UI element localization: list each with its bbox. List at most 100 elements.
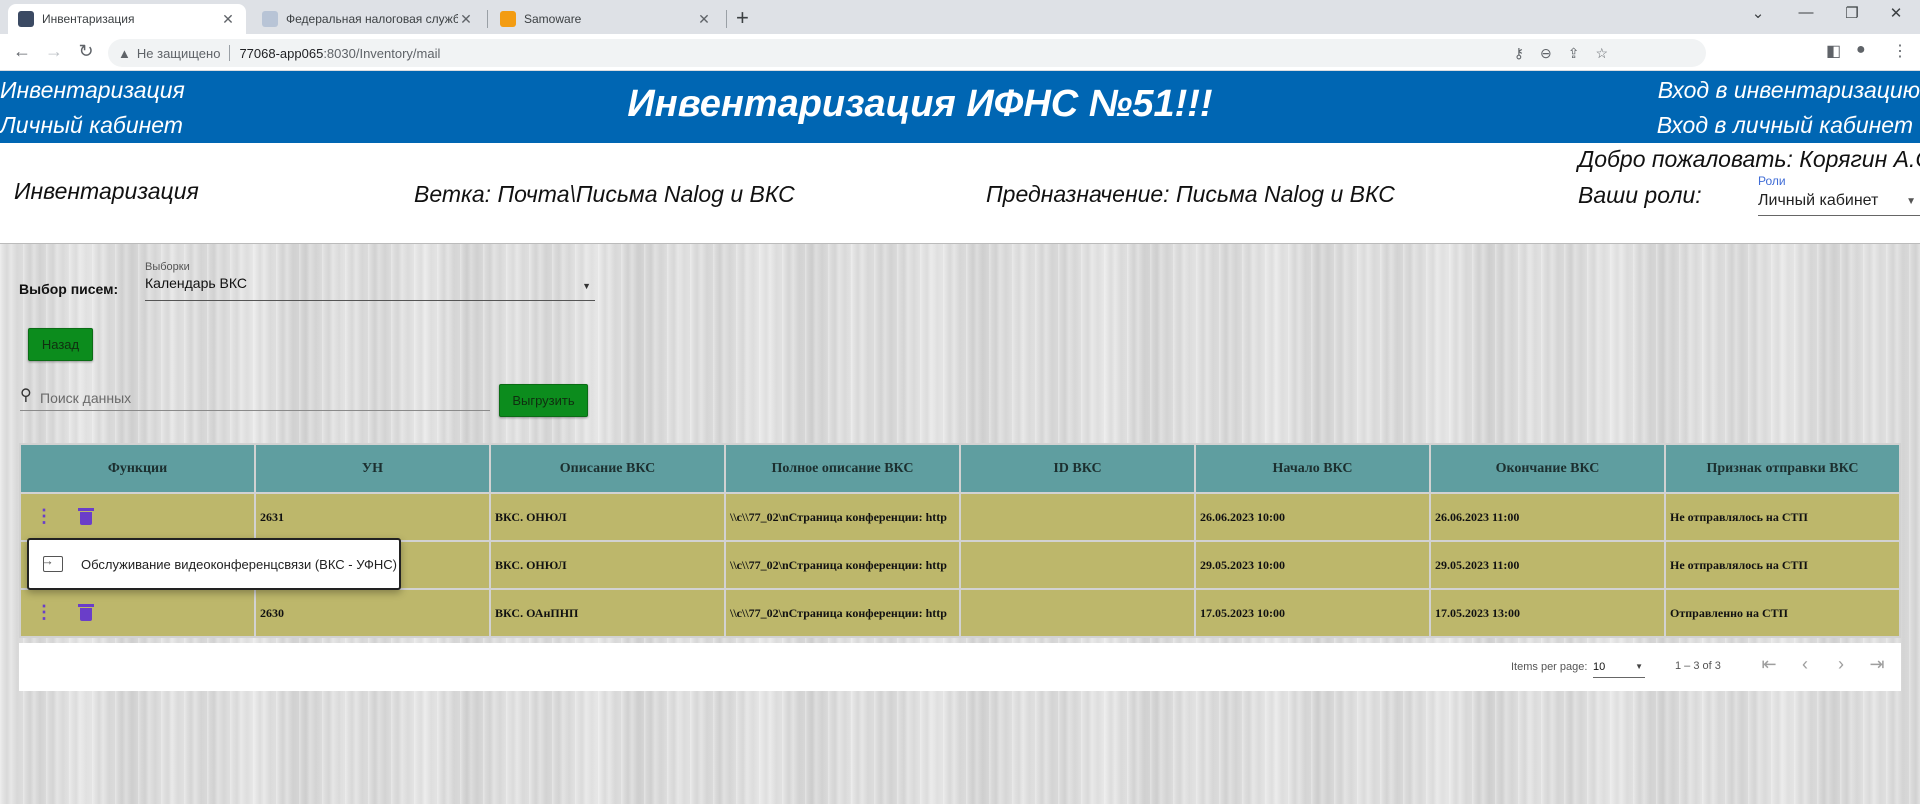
site-header: Инвентаризация Личный кабинет Инвентариз… [0, 71, 1920, 143]
letters-select-label: Выбор писем: [19, 281, 119, 297]
search-icon: ⚲ [20, 387, 32, 404]
row-actions-menu: Обслуживание видеоконференцсвязи (ВКС - … [27, 538, 401, 590]
side-panel-icon[interactable]: ◧ [1826, 41, 1841, 61]
browser-tab-bar: Инвентаризация ✕ Федеральная налоговая с… [0, 0, 1920, 34]
next-page-icon[interactable]: › [1829, 654, 1853, 675]
profile-avatar-icon[interactable]: ● [1856, 41, 1866, 59]
cell-send-status: Не отправлялось на СТП [1666, 542, 1899, 588]
col-header-functions[interactable]: Функции [21, 445, 254, 492]
search-field: ⚲ [20, 385, 490, 411]
key-icon[interactable]: ⚷ [1514, 45, 1524, 62]
dropdown-arrow-icon: ▼ [582, 281, 591, 291]
more-vert-icon[interactable]: ⋮ [35, 507, 53, 525]
close-tab-icon[interactable]: ✕ [696, 11, 712, 28]
row-actions: ⋮ [21, 590, 254, 636]
col-header-un[interactable]: УН [256, 445, 489, 492]
col-header-start[interactable]: Начало ВКС [1196, 445, 1429, 492]
cell-full-description: \\c\\77_02\nСтраница конференции: http [726, 494, 959, 540]
back-button[interactable]: Назад [28, 328, 93, 361]
address-divider [229, 45, 231, 61]
security-status: Не защищено [136, 45, 221, 61]
col-header-description[interactable]: Описание ВКС [491, 445, 724, 492]
login-inventory-link[interactable]: Вход в инвентаризацию [1658, 77, 1920, 104]
prev-page-icon[interactable]: ‹ [1793, 654, 1817, 675]
tab-search-chevron-icon[interactable]: ⌄ [1738, 4, 1778, 22]
tab-title: Федеральная налоговая служба [286, 12, 458, 26]
cell-full-description: \\c\\77_02\nСтраница конференции: http [726, 542, 959, 588]
forward-arrow-icon[interactable]: → [42, 41, 66, 62]
cell-un: 2631 [256, 494, 489, 540]
cell-un: 2630 [256, 590, 489, 636]
minimize-icon[interactable]: — [1786, 4, 1826, 21]
dropdown-arrow-icon: ▼ [1635, 662, 1643, 671]
roles-label: Ваши роли: [1578, 182, 1702, 208]
section-name: Инвентаризация [14, 178, 199, 204]
cell-end: 17.05.2023 13:00 [1431, 590, 1664, 636]
bookmark-star-icon[interactable]: ☆ [1595, 45, 1608, 62]
selection-select[interactable]: Календарь ВКС ▼ [145, 275, 595, 301]
browser-menu-icon[interactable]: ⋮ [1892, 41, 1908, 61]
row-actions: ⋮ [21, 494, 254, 540]
col-header-id[interactable]: ID ВКС [961, 445, 1194, 492]
tab-title: Samoware [524, 12, 582, 26]
login-cabinet-link[interactable]: Вход в личный кабинет [1657, 112, 1913, 139]
open-in-icon [41, 553, 63, 572]
table-row[interactable]: ⋮ 2630 ВКС. ОАнПНП \\c\\77_02\nСтраница … [21, 590, 1899, 636]
col-header-full-description[interactable]: Полное описание ВКС [726, 445, 959, 492]
address-bar-actions: ⚷ ⊖ ⇪ ☆ [1514, 39, 1608, 67]
cell-start: 26.06.2023 10:00 [1196, 494, 1429, 540]
share-icon[interactable]: ⇪ [1568, 45, 1580, 62]
browser-tab-fns[interactable]: Федеральная налоговая служба ✕ [252, 4, 484, 34]
paginator: Items per page: 10 ▼ 1 – 3 of 3 ⇤ ‹ › ⇥ [19, 643, 1901, 691]
cell-start: 17.05.2023 10:00 [1196, 590, 1429, 636]
cell-send-status: Не отправлялось на СТП [1666, 494, 1899, 540]
cell-start: 29.05.2023 10:00 [1196, 542, 1429, 588]
zoom-icon[interactable]: ⊖ [1540, 45, 1552, 62]
new-tab-plus-icon[interactable]: + [736, 5, 749, 31]
more-vert-icon[interactable]: ⋮ [35, 603, 53, 621]
close-tab-icon[interactable]: ✕ [220, 11, 236, 28]
purpose-text: Предназначение: Письма Nalog и ВКС [986, 181, 1395, 207]
tab-divider [487, 10, 488, 28]
info-bar: Инвентаризация Ветка: Почта\Письма Nalog… [0, 143, 1920, 243]
table-header-row: Функции УН Описание ВКС Полное описание … [21, 445, 1899, 492]
fns-favicon-icon [262, 11, 278, 27]
url-host: 77068-app065 [239, 45, 324, 61]
col-header-end[interactable]: Окончание ВКС [1431, 445, 1664, 492]
cell-id [961, 590, 1194, 636]
page-size-value: 10 [1593, 661, 1606, 673]
roles-select[interactable]: Личный кабинет ▼ [1758, 192, 1920, 216]
address-bar[interactable]: ▲ Не защищено 77068-app065:8030/Inventor… [108, 39, 1706, 67]
close-window-icon[interactable]: ✕ [1876, 4, 1916, 22]
dropdown-arrow-icon: ▼ [1906, 196, 1916, 207]
page-title: Инвентаризация ИФНС №51!!! [627, 83, 1213, 125]
back-arrow-icon[interactable]: ← [10, 41, 34, 62]
site-favicon-icon [18, 11, 34, 27]
menu-item-vks-service[interactable]: Обслуживание видеоконференцсвязи (ВКС - … [81, 557, 397, 572]
cell-description: ВКС. ОНЮЛ [491, 494, 724, 540]
reload-icon[interactable]: ↻ [74, 41, 98, 62]
table-row[interactable]: ⋮ 2631 ВКС. ОНЮЛ \\c\\77_02\nСтраница ко… [21, 494, 1899, 540]
warning-triangle-icon[interactable]: ▲ [118, 46, 131, 61]
selection-field-label: Выборки [145, 261, 190, 273]
browser-toolbar: ← → ↻ ▲ Не защищено 77068-app065:8030/In… [0, 34, 1920, 71]
restore-icon[interactable]: ❐ [1832, 4, 1872, 22]
cell-id [961, 494, 1194, 540]
tab-divider [726, 10, 727, 28]
export-button[interactable]: Выгрузить [499, 384, 588, 417]
delete-icon[interactable] [78, 604, 94, 621]
browser-tab-inventory[interactable]: Инвентаризация ✕ [8, 4, 246, 34]
cell-description: ВКС. ОАнПНП [491, 590, 724, 636]
roles-field-label: Роли [1758, 174, 1786, 188]
first-page-icon[interactable]: ⇤ [1757, 654, 1781, 675]
last-page-icon[interactable]: ⇥ [1865, 654, 1889, 675]
search-input[interactable] [40, 387, 480, 409]
page-size-select[interactable]: 10 ▼ [1593, 656, 1645, 678]
selection-select-value: Календарь ВКС [145, 275, 247, 291]
close-tab-icon[interactable]: ✕ [458, 11, 474, 28]
browser-tab-samoware[interactable]: Samoware ✕ [490, 4, 722, 34]
cell-end: 26.06.2023 11:00 [1431, 494, 1664, 540]
page-range-label: 1 – 3 of 3 [1675, 660, 1721, 672]
col-header-send-status[interactable]: Признак отправки ВКС [1666, 445, 1899, 492]
delete-icon[interactable] [78, 508, 94, 525]
